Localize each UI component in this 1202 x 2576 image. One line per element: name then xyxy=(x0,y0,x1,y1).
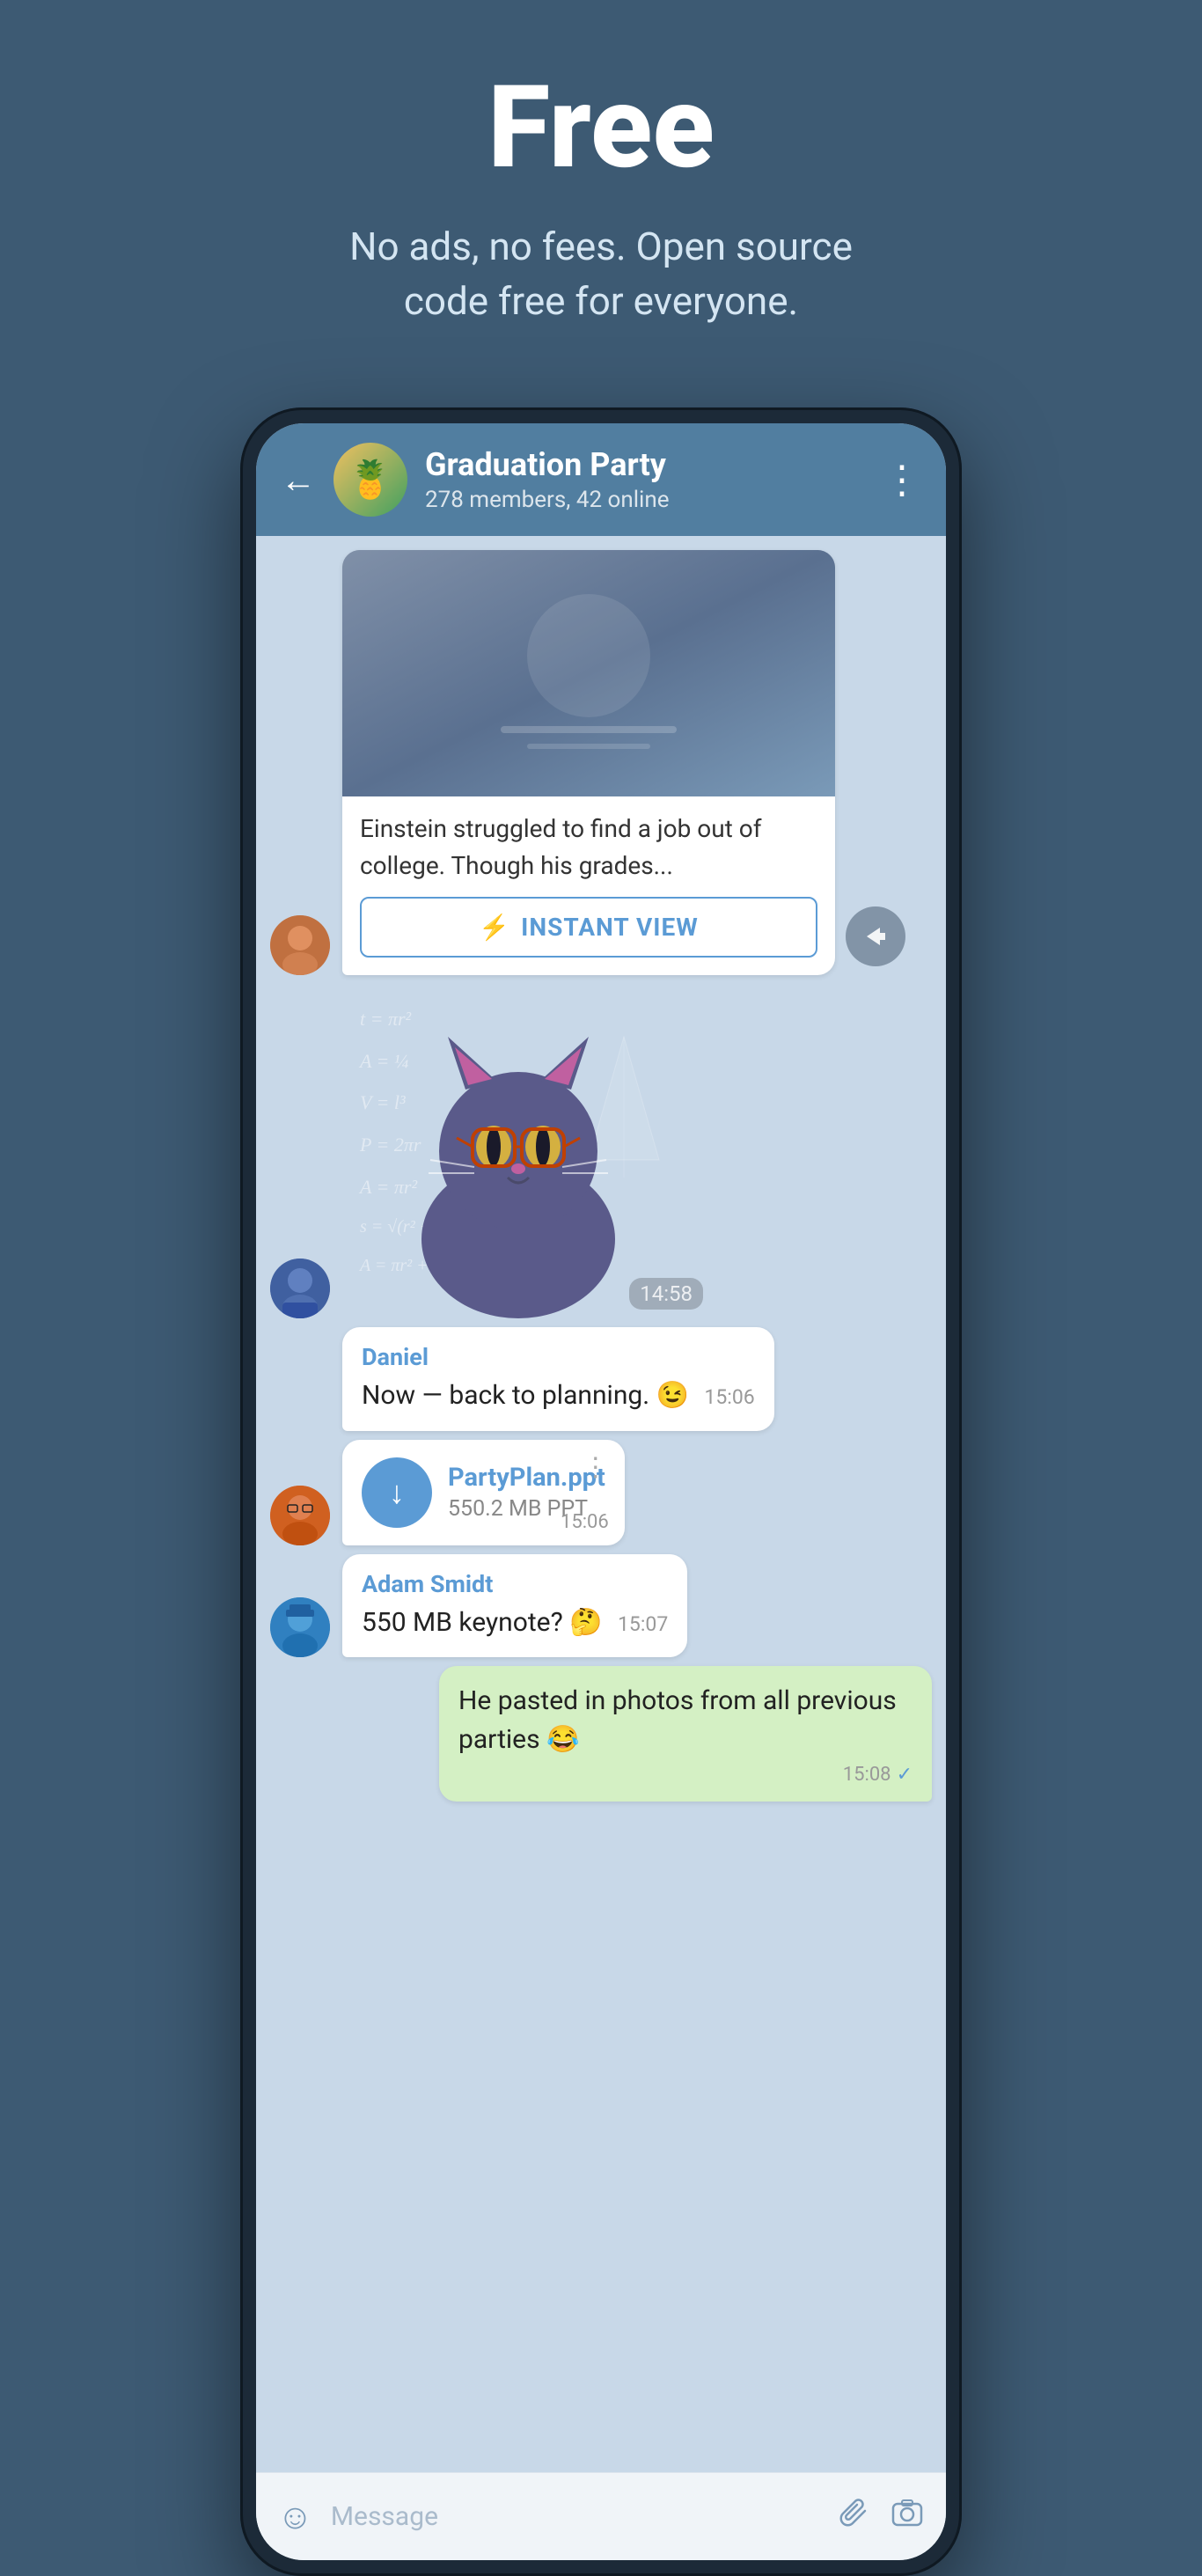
phone-wrapper: ← 🍍 Graduation Party 278 members, 42 onl… xyxy=(240,407,962,2576)
share-button[interactable] xyxy=(846,906,905,966)
message-bubble: Adam Smidt 550 MB keynote? 🤔 15:07 xyxy=(342,1554,687,1658)
camera-button[interactable] xyxy=(890,2495,925,2539)
chat-header: ← 🍍 Graduation Party 278 members, 42 onl… xyxy=(256,423,946,536)
file-bubble: ↓ PartyPlan.ppt 550.2 MB PPT ⋮ 15:06 xyxy=(342,1440,625,1545)
back-button[interactable]: ← xyxy=(281,459,316,501)
message-text: He pasted in photos from all previous pa… xyxy=(458,1682,912,1758)
table-row: Daniel Now — back to planning. 😉 15:06 xyxy=(270,1327,932,1431)
instant-view-label: INSTANT VIEW xyxy=(521,913,699,942)
link-preview-text: Einstein struggled to find a job out of … xyxy=(360,811,817,884)
download-button[interactable]: ↓ xyxy=(362,1457,432,1528)
check-icon: ✓ xyxy=(897,1764,912,1786)
own-message-bubble: He pasted in photos from all previous pa… xyxy=(439,1666,932,1802)
instant-view-button[interactable]: ⚡ INSTANT VIEW xyxy=(360,897,817,958)
avatar xyxy=(270,1486,330,1545)
message-time: 15:06 xyxy=(561,1511,609,1533)
table-row: Adam Smidt 550 MB keynote? 🤔 15:07 xyxy=(270,1554,932,1658)
avatar xyxy=(270,915,330,975)
chat-body: Einstein struggled to find a job out of … xyxy=(256,536,946,2472)
phone-screen: ← 🍍 Graduation Party 278 members, 42 onl… xyxy=(256,423,946,2560)
file-menu-button[interactable]: ⋮ xyxy=(583,1452,609,1483)
sticker-timestamp: 14:58 xyxy=(629,1278,703,1310)
chat-name: Graduation Party xyxy=(425,446,865,483)
message-time: 15:08 xyxy=(843,1764,891,1786)
message-text: Now — back to planning. 😉 15:06 xyxy=(362,1376,755,1415)
sender-name: Adam Smidt xyxy=(362,1570,668,1598)
chat-menu-button[interactable]: ⋮ xyxy=(883,457,921,503)
chat-status: 278 members, 42 online xyxy=(425,487,865,513)
hero-section: Free No ads, no fees. Open sourcecode fr… xyxy=(0,0,1202,381)
message-input-bar: ☺ Message xyxy=(256,2472,946,2560)
avatar xyxy=(270,1259,330,1318)
table-row: He pasted in photos from all previous pa… xyxy=(270,1666,932,1802)
hero-subtitle: No ads, no fees. Open sourcecode free fo… xyxy=(35,220,1167,328)
sticker-message: t = πr² A = ¼ V = l³ P = 2πr A = πr² s =… xyxy=(270,984,932,1318)
chat-info: Graduation Party 278 members, 42 online xyxy=(425,446,865,513)
link-preview-bubble: Einstein struggled to find a job out of … xyxy=(342,550,835,975)
message-bubble: Daniel Now — back to planning. 😉 15:06 xyxy=(342,1327,774,1431)
lightning-icon: ⚡ xyxy=(479,913,510,942)
group-avatar: 🍍 xyxy=(333,443,407,517)
link-preview-image xyxy=(342,550,835,796)
emoji-button[interactable]: ☺ xyxy=(277,2496,313,2537)
table-row: ↓ PartyPlan.ppt 550.2 MB PPT ⋮ 15:06 xyxy=(270,1440,932,1545)
phone-frame: ← 🍍 Graduation Party 278 members, 42 onl… xyxy=(240,407,962,2576)
hero-title: Free xyxy=(35,70,1167,185)
avatar xyxy=(270,1597,330,1657)
table-row: Einstein struggled to find a job out of … xyxy=(270,550,932,975)
sender-name: Daniel xyxy=(362,1343,755,1371)
message-text: 550 MB keynote? 🤔 15:07 xyxy=(362,1604,668,1642)
message-time: 15:06 xyxy=(704,1385,754,1409)
sticker-area: t = πr² A = ¼ V = l³ P = 2πr A = πr² s =… xyxy=(342,984,712,1318)
message-input[interactable]: Message xyxy=(331,2501,819,2532)
message-time: 15:07 xyxy=(618,1612,668,1636)
attach-button[interactable] xyxy=(837,2495,872,2539)
